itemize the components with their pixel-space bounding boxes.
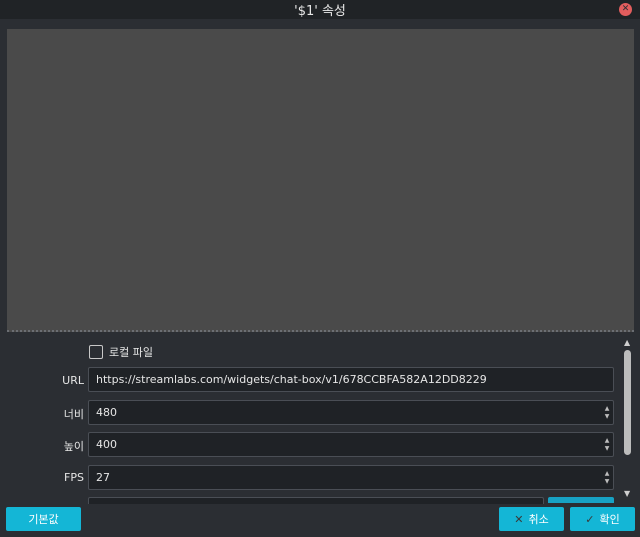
ok-button[interactable]: ✓ 확인 [570,507,635,531]
ok-button-label: 확인 [599,513,620,526]
spin-down-icon[interactable]: ▼ [605,413,610,421]
defaults-button[interactable]: 기본값 [6,507,81,531]
fps-value: 27 [96,471,110,484]
spin-up-icon[interactable]: ▲ [605,437,610,445]
url-value: https://streamlabs.com/widgets/chat-box/… [96,373,487,386]
defaults-button-label: 기본값 [28,513,59,526]
fps-spinbox[interactable]: 27 ▲ ▼ [88,465,614,490]
spin-down-icon[interactable]: ▼ [605,445,610,453]
vertical-scrollbar[interactable]: ▲ ▼ [623,338,633,500]
scroll-down-icon[interactable]: ▼ [624,489,630,498]
check-icon: ✓ [585,512,595,526]
spin-down-icon[interactable]: ▼ [605,478,610,486]
width-label: 너비 [63,408,84,421]
browser-preview [7,29,634,332]
properties-scroll-area: 로컬 파일 URL https://streamlabs.com/widgets… [0,337,640,500]
height-spin-buttons[interactable]: ▲ ▼ [601,433,613,456]
spin-up-icon[interactable]: ▲ [605,470,610,478]
height-spinbox[interactable]: 400 ▲ ▼ [88,432,614,457]
fps-label: FPS [64,471,84,484]
scroll-up-icon[interactable]: ▲ [624,338,630,347]
close-icon: ✕ [621,4,630,14]
cancel-icon: ✕ [514,512,524,526]
scrollbar-thumb[interactable] [624,350,631,455]
next-button-partial[interactable] [548,497,614,503]
cancel-button-label: 취소 [528,513,549,526]
fps-spin-buttons[interactable]: ▲ ▼ [601,466,613,489]
url-input[interactable]: https://streamlabs.com/widgets/chat-box/… [88,367,614,392]
local-file-checkbox[interactable] [89,345,103,359]
next-field-partial[interactable] [88,497,544,504]
cancel-button[interactable]: ✕ 취소 [499,507,564,531]
width-spinbox[interactable]: 480 ▲ ▼ [88,400,614,425]
width-spin-buttons[interactable]: ▲ ▼ [601,401,613,424]
url-label: URL [62,374,84,387]
close-button[interactable]: ✕ [619,3,632,16]
height-label: 높이 [63,440,84,453]
height-value: 400 [96,438,117,451]
title-bar: '$1' 속성 ✕ [0,0,640,19]
width-value: 480 [96,406,117,419]
local-file-row[interactable]: 로컬 파일 [89,344,153,360]
local-file-label: 로컬 파일 [109,346,153,359]
window-title: '$1' 속성 [294,4,346,19]
spin-up-icon[interactable]: ▲ [605,405,610,413]
